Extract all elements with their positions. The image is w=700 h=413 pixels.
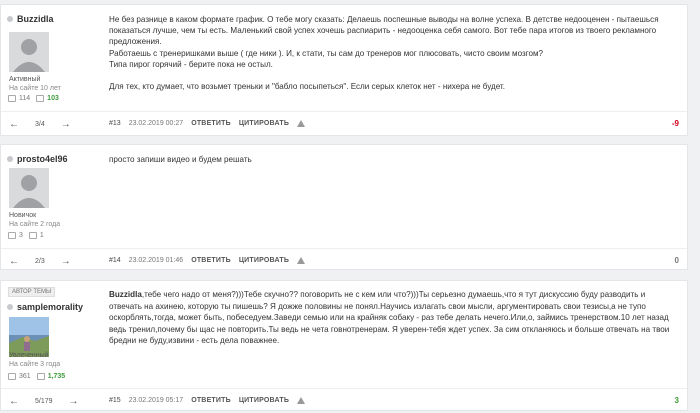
post-footer: ← 2/3 → #14 23.02.2019 01:46 ОТВЕТИТЬ ЦИ…	[1, 248, 687, 273]
username-text: Buzzidla	[17, 14, 54, 24]
page-indicator: 2/3	[35, 258, 45, 265]
post-body: Buzzidla,тебе чего надо от меня?)))Тебе …	[109, 289, 675, 347]
messages-count: 114	[19, 95, 31, 102]
quote-button[interactable]: ЦИТИРОВАТЬ	[239, 257, 289, 264]
landscape-avatar-icon	[9, 317, 49, 357]
user-stats: 114 103	[8, 95, 59, 102]
post-paragraph	[109, 70, 675, 81]
post-number[interactable]: #13	[109, 120, 121, 127]
post-number[interactable]: #15	[109, 397, 121, 404]
arrow-right-icon[interactable]: →	[61, 256, 71, 267]
arrow-left-icon[interactable]: ←	[9, 256, 19, 267]
online-status-icon	[7, 16, 13, 22]
post-paragraph: Работаешь с тренеришками выше ( где ники…	[109, 48, 544, 58]
avatar[interactable]	[9, 317, 49, 357]
site-age: На сайте 3 года	[9, 361, 61, 368]
reply-button[interactable]: ОТВЕТИТЬ	[191, 257, 231, 264]
username-text: prosto4el96	[17, 154, 68, 164]
username-link[interactable]: prosto4el96	[7, 154, 68, 164]
likes-icon	[36, 95, 45, 102]
post-date: 23.02.2019 05:17	[128, 397, 184, 404]
likes-count: 1	[39, 232, 44, 239]
post-navigation: ← 2/3 →	[9, 256, 71, 267]
post-paragraph: Buzzidla,тебе чего надо от меня?)))Тебе …	[109, 289, 675, 347]
messages-icon	[8, 373, 16, 380]
forum-post: АВТОР ТЕМЫ samplemorality Увлеченный На …	[0, 280, 688, 411]
username-text: samplemorality	[17, 302, 84, 312]
post-text: ,тебе чего надо от меня?)))Тебе скучно??…	[109, 290, 670, 346]
post-meta: #13 23.02.2019 00:27 ОТВЕТИТЬ ЦИТИРОВАТЬ	[109, 120, 306, 127]
default-avatar-icon	[9, 32, 49, 72]
arrow-left-icon[interactable]: ←	[9, 119, 19, 130]
post-date: 23.02.2019 00:27	[128, 120, 184, 127]
post-paragraph: Для тех, кто думает, что возьмет треньки…	[109, 82, 505, 92]
post-footer: ← 3/4 → #13 23.02.2019 00:27 ОТВЕТИТЬ ЦИ…	[1, 111, 687, 136]
avatar[interactable]	[9, 168, 49, 208]
post-paragraph: Не без разнице в каком формате график. О…	[109, 15, 659, 47]
forum-post: Buzzidla Активный На сайте 10 лет 114 10…	[0, 4, 688, 136]
post-rating: -9	[671, 119, 679, 128]
post-rating: 3	[674, 396, 679, 405]
topic-author-badge: АВТОР ТЕМЫ	[8, 287, 56, 297]
post-meta: #14 23.02.2019 01:46 ОТВЕТИТЬ ЦИТИРОВАТЬ	[109, 257, 306, 264]
user-stats: 3 1	[8, 232, 44, 239]
mentioned-username[interactable]: Buzzidla	[109, 290, 142, 299]
user-status: Новичок	[9, 212, 37, 219]
site-age: На сайте 10 лет	[9, 85, 61, 92]
online-status-icon	[7, 156, 13, 162]
site-age: На сайте 2 года	[9, 221, 61, 228]
likes-count: 103	[47, 95, 59, 102]
avatar[interactable]	[9, 32, 49, 72]
user-stats: 361 1,735	[8, 373, 65, 380]
post-navigation: ← 3/4 →	[9, 119, 71, 130]
arrow-left-icon[interactable]: ←	[9, 396, 19, 407]
report-warning-icon[interactable]	[297, 257, 306, 264]
report-warning-icon[interactable]	[297, 397, 306, 404]
default-avatar-icon	[9, 168, 49, 208]
username-link[interactable]: Buzzidla	[7, 14, 54, 24]
page-indicator: 5/179	[35, 398, 53, 405]
reply-button[interactable]: ОТВЕТИТЬ	[191, 397, 231, 404]
likes-count: 1,735	[47, 373, 66, 380]
post-body: просто запиши видео и будем решать	[109, 154, 675, 165]
page-indicator: 3/4	[35, 121, 45, 128]
post-footer: ← 5/179 → #15 23.02.2019 05:17 ОТВЕТИТЬ …	[1, 388, 687, 413]
forum-post: prosto4el96 Новичок На сайте 2 года 3 1 …	[0, 144, 688, 270]
reply-button[interactable]: ОТВЕТИТЬ	[191, 120, 231, 127]
arrow-right-icon[interactable]: →	[69, 396, 79, 407]
likes-icon	[28, 232, 37, 239]
messages-icon	[8, 95, 16, 102]
post-meta: #15 23.02.2019 05:17 ОТВЕТИТЬ ЦИТИРОВАТЬ	[109, 397, 306, 404]
online-status-icon	[7, 304, 13, 310]
likes-icon	[36, 373, 45, 380]
arrow-right-icon[interactable]: →	[61, 119, 71, 130]
post-paragraph: Типа пирог горячий - берите пока не осты…	[109, 59, 273, 69]
user-status: Увлеченный	[9, 352, 49, 359]
report-warning-icon[interactable]	[297, 120, 306, 127]
quote-button[interactable]: ЦИТИРОВАТЬ	[239, 397, 289, 404]
messages-count: 361	[19, 373, 31, 380]
user-status: Активный	[9, 76, 41, 83]
messages-count: 3	[19, 232, 23, 239]
post-body: Не без разнице в каком формате график. О…	[109, 14, 675, 92]
post-paragraph: просто запиши видео и будем решать	[109, 155, 252, 164]
post-date: 23.02.2019 01:46	[128, 257, 184, 264]
username-link[interactable]: samplemorality	[7, 302, 83, 312]
post-rating: 0	[674, 256, 679, 265]
messages-icon	[8, 232, 16, 239]
quote-button[interactable]: ЦИТИРОВАТЬ	[239, 120, 289, 127]
post-navigation: ← 5/179 →	[9, 396, 79, 407]
post-number[interactable]: #14	[109, 257, 121, 264]
